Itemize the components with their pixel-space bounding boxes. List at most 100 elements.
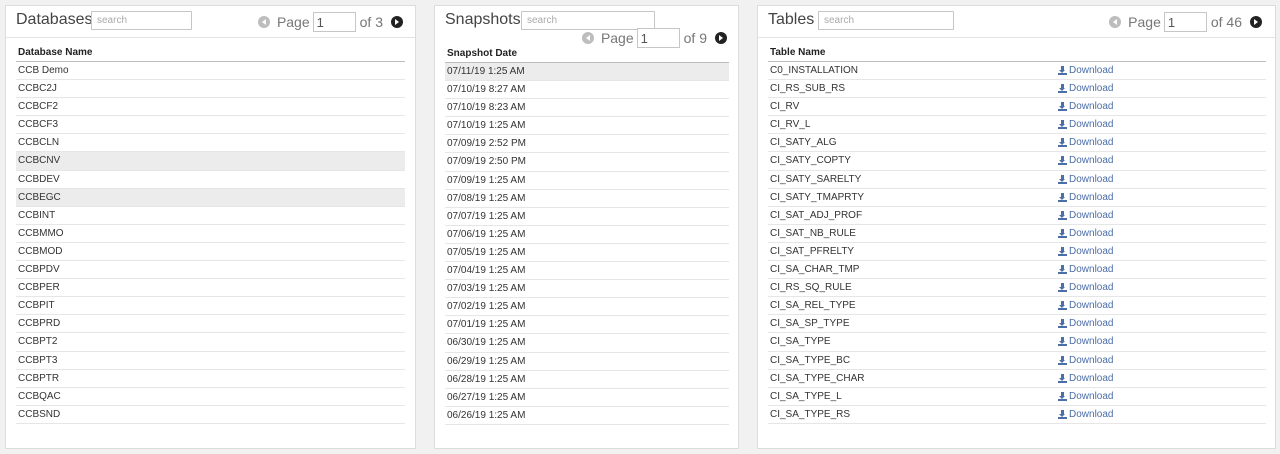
table-row[interactable]: CI_SA_TYPE_CHAR Download bbox=[768, 370, 1266, 388]
download-link[interactable]: Download bbox=[1058, 207, 1113, 224]
download-link[interactable]: Download bbox=[1058, 333, 1113, 350]
snapshot-row[interactable]: 07/01/19 1:25 AM bbox=[445, 316, 729, 335]
database-row[interactable]: CCBMMO bbox=[16, 225, 405, 243]
snapshot-row[interactable]: 07/10/19 8:27 AM bbox=[445, 81, 729, 100]
table-row[interactable]: CI_SA_CHAR_TMP Download bbox=[768, 261, 1266, 280]
download-link[interactable]: Download bbox=[1058, 243, 1113, 260]
snapshot-row[interactable]: 06/29/19 1:25 AM bbox=[445, 353, 729, 371]
database-row[interactable]: CCBPRD bbox=[16, 315, 405, 334]
snapshot-row[interactable]: 06/30/19 1:25 AM bbox=[445, 334, 729, 353]
snapshot-row[interactable]: 07/06/19 1:25 AM bbox=[445, 226, 729, 244]
snapshot-row[interactable]: 06/27/19 1:25 AM bbox=[445, 389, 729, 407]
database-row[interactable]: CCBDEV bbox=[16, 171, 405, 189]
download-link[interactable]: Download bbox=[1058, 116, 1113, 133]
table-row[interactable]: CI_RV Download bbox=[768, 98, 1266, 117]
database-row[interactable]: CCBSND bbox=[16, 406, 405, 424]
table-row[interactable]: CI_RS_SQ_RULE Download bbox=[768, 279, 1266, 298]
snapshot-row[interactable]: 07/07/19 1:25 AM bbox=[445, 208, 729, 226]
database-row[interactable]: CCBQAC bbox=[16, 388, 405, 406]
table-row[interactable]: CI_RV_L Download bbox=[768, 116, 1266, 135]
snapshot-row[interactable]: 06/28/19 1:25 AM bbox=[445, 371, 729, 389]
databases-page-input[interactable] bbox=[312, 12, 356, 32]
table-row[interactable]: CI_SA_TYPE_RS Download bbox=[768, 406, 1266, 424]
database-row[interactable]: CCBPER bbox=[16, 279, 405, 298]
database-row[interactable]: CCBPTR bbox=[16, 370, 405, 388]
snapshot-row[interactable]: 07/03/19 1:25 AM bbox=[445, 280, 729, 299]
snapshot-row[interactable]: 07/10/19 8:23 AM bbox=[445, 99, 729, 118]
download-link[interactable]: Download bbox=[1058, 406, 1113, 423]
database-row[interactable]: CCBEGC bbox=[16, 188, 405, 207]
database-row[interactable]: CCBC2J bbox=[16, 80, 405, 99]
snapshot-row[interactable]: 07/04/19 1:25 AM bbox=[445, 262, 729, 281]
download-link[interactable]: Download bbox=[1058, 388, 1113, 405]
database-row[interactable]: CCBCF3 bbox=[16, 116, 405, 135]
table-row[interactable]: CI_SA_REL_TYPE Download bbox=[768, 297, 1266, 316]
next-page-icon[interactable] bbox=[391, 16, 403, 28]
download-link[interactable]: Download bbox=[1058, 189, 1113, 206]
snapshot-row[interactable]: 07/09/19 2:50 PM bbox=[445, 153, 729, 172]
prev-page-icon[interactable] bbox=[257, 16, 270, 28]
download-label: Download bbox=[1069, 209, 1114, 221]
next-page-icon[interactable] bbox=[715, 32, 727, 44]
databases-search-input[interactable] bbox=[91, 11, 192, 30]
snapshot-row[interactable]: 06/26/19 1:25 AM bbox=[445, 407, 729, 425]
database-name: CCBPRD bbox=[18, 318, 61, 330]
table-row[interactable]: CI_SAT_NB_RULE Download bbox=[768, 225, 1266, 243]
database-row[interactable]: CCBCF2 bbox=[16, 98, 405, 117]
database-row[interactable]: CCBPIT bbox=[16, 297, 405, 316]
table-row[interactable]: CI_RS_SUB_RS Download bbox=[768, 80, 1266, 99]
snapshot-row[interactable]: 07/09/19 2:52 PM bbox=[445, 135, 729, 154]
snapshot-row[interactable]: 07/08/19 1:25 AM bbox=[445, 190, 729, 208]
database-row[interactable]: CCBCLN bbox=[16, 134, 405, 153]
download-label: Download bbox=[1069, 119, 1114, 131]
download-link[interactable]: Download bbox=[1058, 171, 1113, 188]
snapshot-row[interactable]: 07/05/19 1:25 AM bbox=[445, 244, 729, 263]
table-row[interactable]: CI_SAT_PFRELTY Download bbox=[768, 243, 1266, 262]
table-row[interactable]: CI_SATY_ALG Download bbox=[768, 134, 1266, 153]
download-link[interactable]: Download bbox=[1058, 80, 1113, 97]
download-link[interactable]: Download bbox=[1058, 352, 1113, 369]
download-link[interactable]: Download bbox=[1058, 261, 1113, 278]
snapshot-date: 07/10/19 8:27 AM bbox=[447, 84, 526, 96]
prev-page-icon[interactable] bbox=[581, 32, 594, 44]
table-row[interactable]: CI_SATY_TMAPRTY Download bbox=[768, 189, 1266, 207]
next-page-icon[interactable] bbox=[1250, 16, 1262, 28]
database-row[interactable]: CCBCNV bbox=[16, 152, 405, 171]
table-row[interactable]: CI_SATY_SARELTY Download bbox=[768, 171, 1266, 189]
download-link[interactable]: Download bbox=[1058, 225, 1113, 242]
table-row[interactable]: CI_SAT_ADJ_PROF Download bbox=[768, 207, 1266, 225]
download-label: Download bbox=[1069, 282, 1114, 294]
snapshot-date: 07/10/19 8:23 AM bbox=[447, 102, 526, 114]
table-row[interactable]: C0_INSTALLATION Download bbox=[768, 62, 1266, 81]
table-name: CI_SA_CHAR_TMP bbox=[770, 264, 860, 276]
download-link[interactable]: Download bbox=[1058, 134, 1113, 151]
download-link[interactable]: Download bbox=[1058, 315, 1113, 332]
download-link[interactable]: Download bbox=[1058, 279, 1113, 296]
tables-page-input[interactable] bbox=[1163, 12, 1207, 32]
database-row[interactable]: CCBPDV bbox=[16, 261, 405, 280]
snapshot-row[interactable]: 07/10/19 1:25 AM bbox=[445, 117, 729, 136]
download-link[interactable]: Download bbox=[1058, 98, 1113, 115]
table-row[interactable]: CI_SA_TYPE Download bbox=[768, 333, 1266, 352]
snapshot-row[interactable]: 07/11/19 1:25 AM bbox=[445, 63, 729, 82]
snapshot-row[interactable]: 07/09/19 1:25 AM bbox=[445, 172, 729, 190]
databases-pager: Page of 3 bbox=[257, 12, 403, 32]
table-row[interactable]: CI_SATY_COPTY Download bbox=[768, 152, 1266, 171]
download-link[interactable]: Download bbox=[1058, 370, 1113, 387]
download-link[interactable]: Download bbox=[1058, 297, 1113, 314]
database-row[interactable]: CCBINT bbox=[16, 207, 405, 225]
database-row[interactable]: CCBMOD bbox=[16, 243, 405, 262]
prev-page-icon[interactable] bbox=[1109, 16, 1122, 28]
download-link[interactable]: Download bbox=[1058, 152, 1113, 169]
download-label: Download bbox=[1069, 83, 1114, 95]
database-row[interactable]: CCBPT2 bbox=[16, 333, 405, 352]
table-row[interactable]: CI_SA_SP_TYPE Download bbox=[768, 315, 1266, 334]
table-row[interactable]: CI_SA_TYPE_L Download bbox=[768, 388, 1266, 406]
database-row[interactable]: CCB Demo bbox=[16, 62, 405, 81]
download-icon bbox=[1058, 120, 1067, 130]
tables-search-input[interactable] bbox=[818, 11, 954, 30]
table-row[interactable]: CI_SA_TYPE_BC Download bbox=[768, 352, 1266, 370]
download-link[interactable]: Download bbox=[1058, 62, 1113, 79]
snapshot-row[interactable]: 07/02/19 1:25 AM bbox=[445, 298, 729, 317]
database-row[interactable]: CCBPT3 bbox=[16, 352, 405, 370]
